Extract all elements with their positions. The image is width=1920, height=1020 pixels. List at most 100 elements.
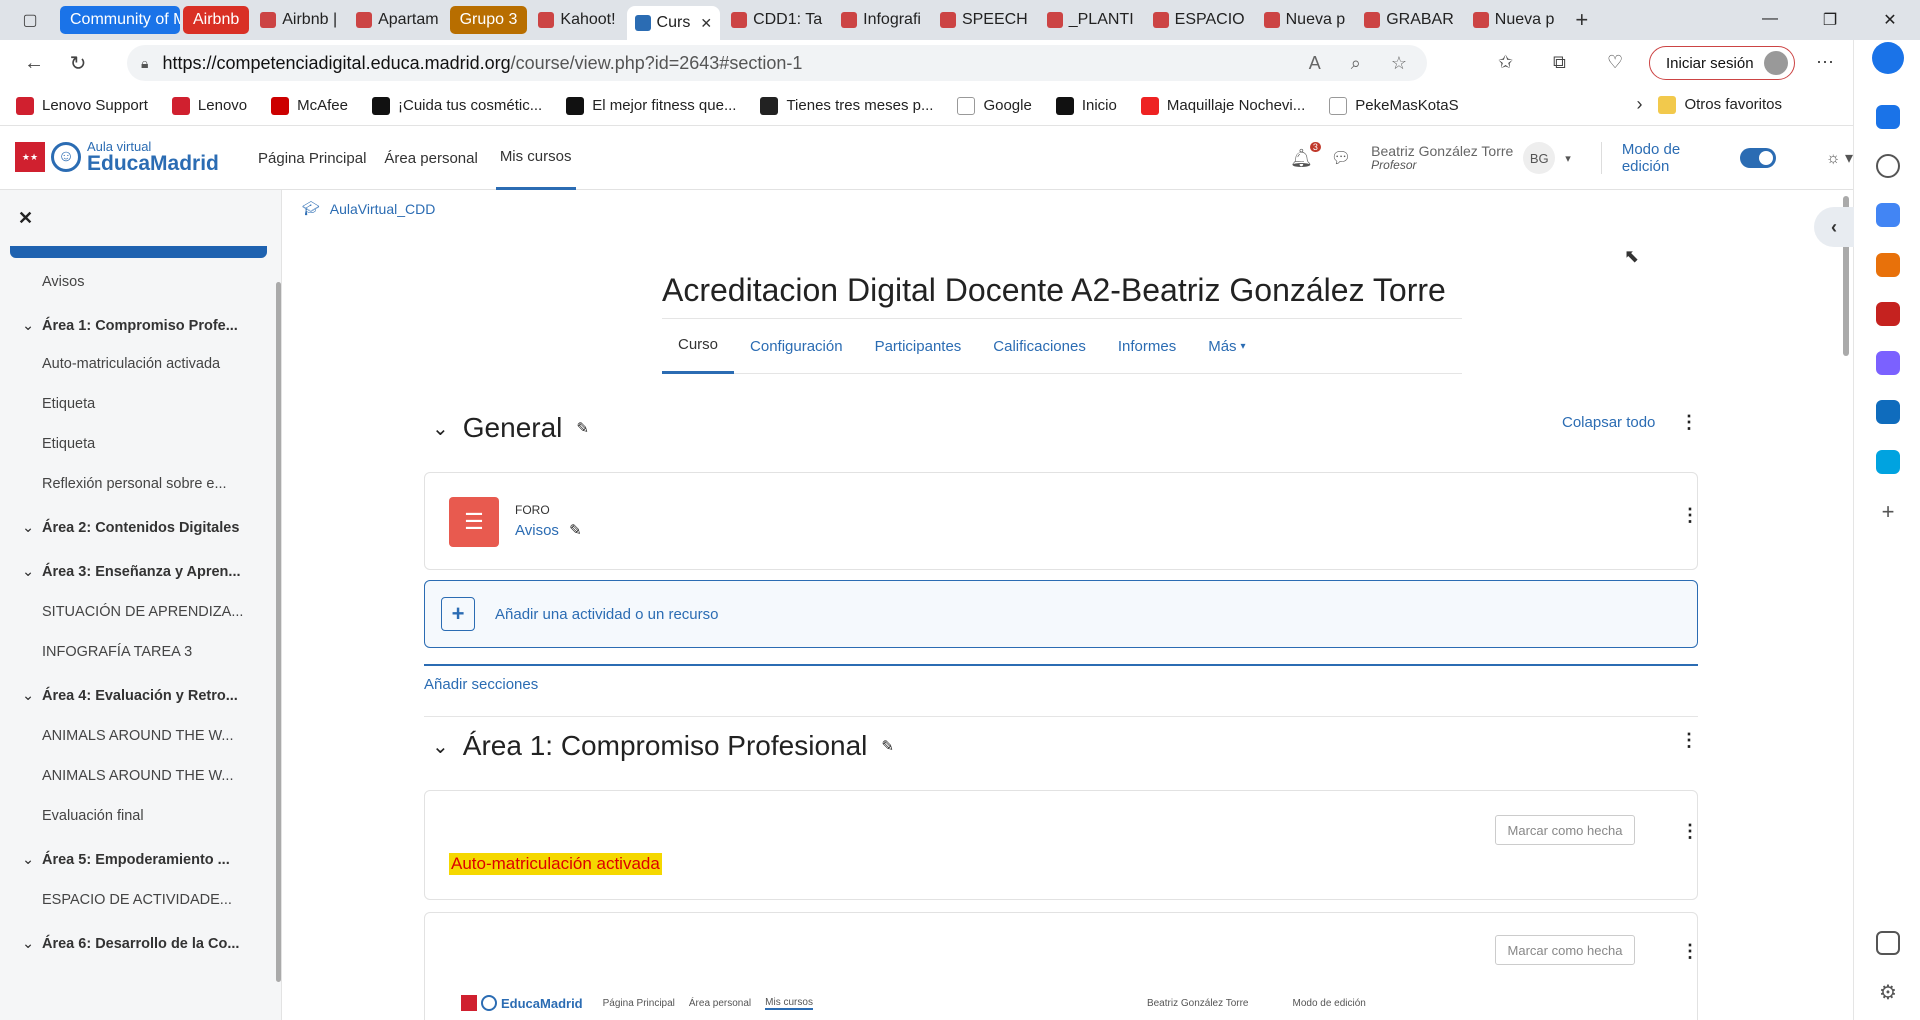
bookmark-item[interactable]: McAfee <box>271 96 348 115</box>
browser-tab[interactable]: Nueva p <box>1256 6 1354 34</box>
drawer-scrollbar[interactable] <box>276 282 281 982</box>
browser-tab[interactable]: Airbnb <box>183 6 250 34</box>
drawer-section[interactable]: ⌄ Área 5: Empoderamiento ... <box>22 852 230 868</box>
minimize-icon[interactable]: — <box>1740 10 1800 30</box>
bookmark-item[interactable]: Inicio <box>1055 96 1117 115</box>
tab-actions-icon[interactable]: ▢ <box>0 0 60 40</box>
chevron-down-icon[interactable]: ⌄ <box>22 688 36 704</box>
edit-pencil-icon[interactable]: ✎ <box>576 419 589 437</box>
browser-tab[interactable]: GRABAR <box>1356 6 1462 34</box>
tab-participantes[interactable]: Participantes <box>859 318 978 374</box>
close-window-icon[interactable]: ✕ <box>1860 10 1920 30</box>
theme-icon[interactable]: ☼ ▾ <box>1826 148 1853 168</box>
drawer-item[interactable]: Evaluación final <box>42 808 144 824</box>
browser-tab[interactable]: Grupo 3 <box>449 6 528 34</box>
edit-pencil-icon[interactable]: ✎ <box>569 522 582 539</box>
edit-mode-toggle[interactable] <box>1739 148 1776 168</box>
chevron-down-icon[interactable]: ⌄ <box>22 852 36 868</box>
new-tab-button[interactable]: + <box>1575 7 1588 33</box>
restore-icon[interactable]: ❐ <box>1800 10 1860 30</box>
drawer-item[interactable]: Reflexión personal sobre e... <box>42 476 227 492</box>
mark-done-button[interactable]: Marcar como hecha <box>1495 935 1635 965</box>
outlook-icon[interactable] <box>1876 400 1900 424</box>
tab-informes[interactable]: Informes <box>1102 318 1192 374</box>
browser-tab[interactable]: CDD1: Ta <box>723 6 830 34</box>
drawer-section[interactable]: ⌄ Área 3: Enseñanza y Apren... <box>22 564 241 580</box>
collapse-chevron-icon[interactable]: ⌄ <box>432 734 449 759</box>
browser-tab[interactable]: Community of Madrid <box>60 6 180 34</box>
chevron-down-icon[interactable]: ⌄ <box>22 520 36 536</box>
section-menu-icon[interactable]: ⋮ <box>1680 412 1698 433</box>
performance-icon[interactable]: ♡ <box>1607 52 1623 73</box>
shopping-icon[interactable] <box>1876 203 1900 227</box>
browser-tab[interactable]: Curs ✕ <box>626 6 721 40</box>
nav-area-personal[interactable]: Área personal <box>384 126 495 190</box>
activity-menu-icon[interactable]: ⋮ <box>1681 941 1699 962</box>
browser-tab[interactable]: Infografi <box>833 6 929 34</box>
bookmarks-overflow-icon[interactable]: › <box>1636 94 1642 115</box>
collections-icon[interactable]: ⧉ <box>1553 52 1566 73</box>
drawer-item[interactable]: Etiqueta <box>42 436 95 452</box>
signin-button[interactable]: Iniciar sesión <box>1649 46 1795 80</box>
browser-tab[interactable]: Nueva p <box>1465 6 1563 34</box>
chevron-down-icon[interactable]: ⌄ <box>22 936 36 952</box>
collapse-all-link[interactable]: Colapsar todo <box>1562 414 1655 431</box>
bookmark-item[interactable]: PekeMasKotaS <box>1329 96 1459 115</box>
bookmark-item[interactable]: Lenovo Support <box>16 96 148 115</box>
chevron-down-icon[interactable]: ⌄ <box>22 564 36 580</box>
drawer-section[interactable]: ⌄ Área 4: Evaluación y Retro... <box>22 688 238 704</box>
activity-menu-icon[interactable]: ⋮ <box>1681 505 1699 526</box>
drawer-section[interactable]: ⌄ Área 2: Contenidos Digitales <box>22 520 239 536</box>
chevron-down-icon[interactable]: ⌄ <box>22 318 36 334</box>
add-sections-link[interactable]: Añadir secciones <box>424 664 1698 693</box>
favorite-star-icon[interactable]: ☆ <box>1391 53 1407 74</box>
breadcrumb-link[interactable]: AulaVirtual_CDD <box>330 201 436 217</box>
add-sidebar-icon[interactable]: + <box>1876 499 1900 524</box>
user-menu[interactable]: Beatriz González Torre Profesor <box>1371 143 1513 173</box>
browser-tab[interactable]: Airbnb | <box>252 6 345 34</box>
tab-mas[interactable]: Más ▾ <box>1192 318 1261 374</box>
office-icon[interactable] <box>1876 351 1900 375</box>
drawer-item[interactable]: ESPACIO DE ACTIVIDADE... <box>42 892 232 908</box>
bookmark-item[interactable]: Lenovo <box>171 96 247 115</box>
edit-pencil-icon[interactable]: ✎ <box>881 737 894 755</box>
drawer-item[interactable]: Etiqueta <box>42 396 95 412</box>
messages-icon[interactable]: 💬︎ <box>1331 148 1351 168</box>
copilot-icon[interactable] <box>1872 42 1904 74</box>
favorites-icon[interactable]: ✩ <box>1498 52 1513 73</box>
add-activity-button[interactable]: + Añadir una actividad o un recurso <box>424 580 1698 648</box>
drawer-item[interactable]: SITUACIÓN DE APRENDIZA... <box>42 604 243 620</box>
browser-tab[interactable]: Apartam <box>348 6 446 34</box>
breadcrumb[interactable]: 🎓︎ AulaVirtual_CDD <box>302 200 435 217</box>
drawer-item[interactable]: ANIMALS AROUND THE W... <box>42 728 234 744</box>
drawer-section[interactable]: ⌄ Área 1: Compromiso Profe... <box>22 318 238 334</box>
sidebar-layout-icon[interactable] <box>1876 931 1900 955</box>
forum-link[interactable]: Avisos ✎ <box>515 521 582 539</box>
drop-icon[interactable] <box>1876 450 1900 474</box>
read-aloud-icon[interactable]: A <box>1309 53 1321 74</box>
site-logo[interactable]: ★★ ☺ Aula virtual EducaMadrid <box>15 140 219 174</box>
bookmark-item[interactable]: El mejor fitness que... <box>566 96 736 115</box>
browser-tab[interactable]: _PLANTI <box>1039 6 1142 34</box>
notifications-icon[interactable] <box>1876 105 1900 129</box>
other-favorites-folder[interactable]: Otros favoritos <box>1658 95 1782 114</box>
section-menu-icon[interactable]: ⋮ <box>1680 730 1698 751</box>
zoom-icon[interactable]: ⌕ <box>1351 53 1361 74</box>
tab-configuracion[interactable]: Configuración <box>734 318 859 374</box>
settings-gear-icon[interactable]: ⚙ <box>1876 980 1900 1004</box>
bookmark-item[interactable]: ¡Cuida tus cosmétic... <box>372 96 542 115</box>
avatar[interactable]: BG <box>1523 142 1556 174</box>
bookmark-item[interactable]: Google <box>957 96 1032 115</box>
activity-menu-icon[interactable]: ⋮ <box>1681 821 1699 842</box>
drawer-item[interactable]: Auto-matriculación activada <box>42 356 220 372</box>
block-drawer-toggle-icon[interactable]: ‹ <box>1814 207 1854 247</box>
drawer-item[interactable]: Avisos <box>42 274 84 290</box>
drawer-item[interactable]: INFOGRAFÍA TAREA 3 <box>42 644 192 660</box>
tools-icon[interactable] <box>1876 253 1900 277</box>
more-menu-icon[interactable]: ⋯ <box>1816 52 1834 73</box>
close-drawer-icon[interactable]: ✕ <box>18 208 33 229</box>
tab-curso[interactable]: Curso <box>662 318 735 374</box>
bookmark-item[interactable]: Maquillaje Nochevi... <box>1140 96 1305 115</box>
refresh-icon[interactable]: ↻ <box>56 51 100 76</box>
nav-mis-cursos[interactable]: Mis cursos <box>495 126 576 190</box>
